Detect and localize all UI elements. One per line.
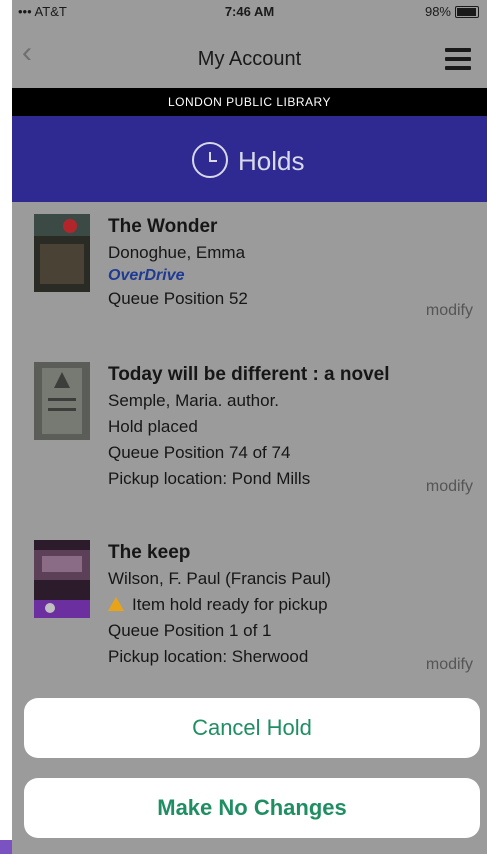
left-accent-mark [0,840,12,854]
hamburger-icon[interactable] [445,48,471,70]
queue-position: Queue Position 1 of 1 [108,621,272,640]
page-title: My Account [197,48,302,70]
status-bar: ••• AT&T 7:46 AM 98% [12,0,487,22]
hold-author: Donoghue, Emma [108,243,246,262]
make-no-changes-button[interactable]: Make No Changes [24,778,480,838]
modify-link[interactable]: modify [426,302,473,320]
book-cover-image [34,214,90,292]
holds-section-header: Holds [12,116,487,202]
pickup-location: Pickup location: Pond Mills [108,469,311,488]
overdrive-logo: OverDrive [108,267,185,284]
warning-icon [108,597,124,611]
hold-title[interactable]: The keep [108,540,473,566]
library-name-banner: LONDON PUBLIC LIBRARY [12,88,487,116]
section-title: Holds [238,146,305,176]
hold-title[interactable]: Today will be different : a novel [108,362,473,388]
hold-status: Hold placed [108,417,198,436]
book-cover-image [34,540,90,618]
queue-position: Queue Position 74 of 74 [108,443,291,462]
navigation-bar: ‹ My Account [12,22,487,88]
cancel-hold-button[interactable]: Cancel Hold [24,698,480,758]
hold-title[interactable]: The Wonder [108,214,473,240]
phone-screen: ••• AT&T 7:46 AM 98% ‹ My Account LONDON… [12,0,487,854]
hold-author: Wilson, F. Paul (Francis Paul) [108,569,331,588]
clock-icon [192,142,228,178]
book-cover-image [34,362,90,440]
pickup-location: Pickup location: Sherwood [108,647,309,666]
hold-author: Semple, Maria. author. [108,391,280,410]
hold-alert: Item hold ready for pickup [108,592,473,618]
queue-position: Queue Position 52 [108,289,248,308]
clock-time: 7:46 AM [224,4,275,19]
modify-link[interactable]: modify [426,478,473,496]
hold-alert-text: Item hold ready for pickup [132,595,328,614]
left-margin [0,0,12,854]
modify-link[interactable]: modify [426,656,473,674]
battery-icon [455,5,479,18]
battery-indicator: 98% [425,4,479,19]
battery-percent: 98% [424,4,451,19]
